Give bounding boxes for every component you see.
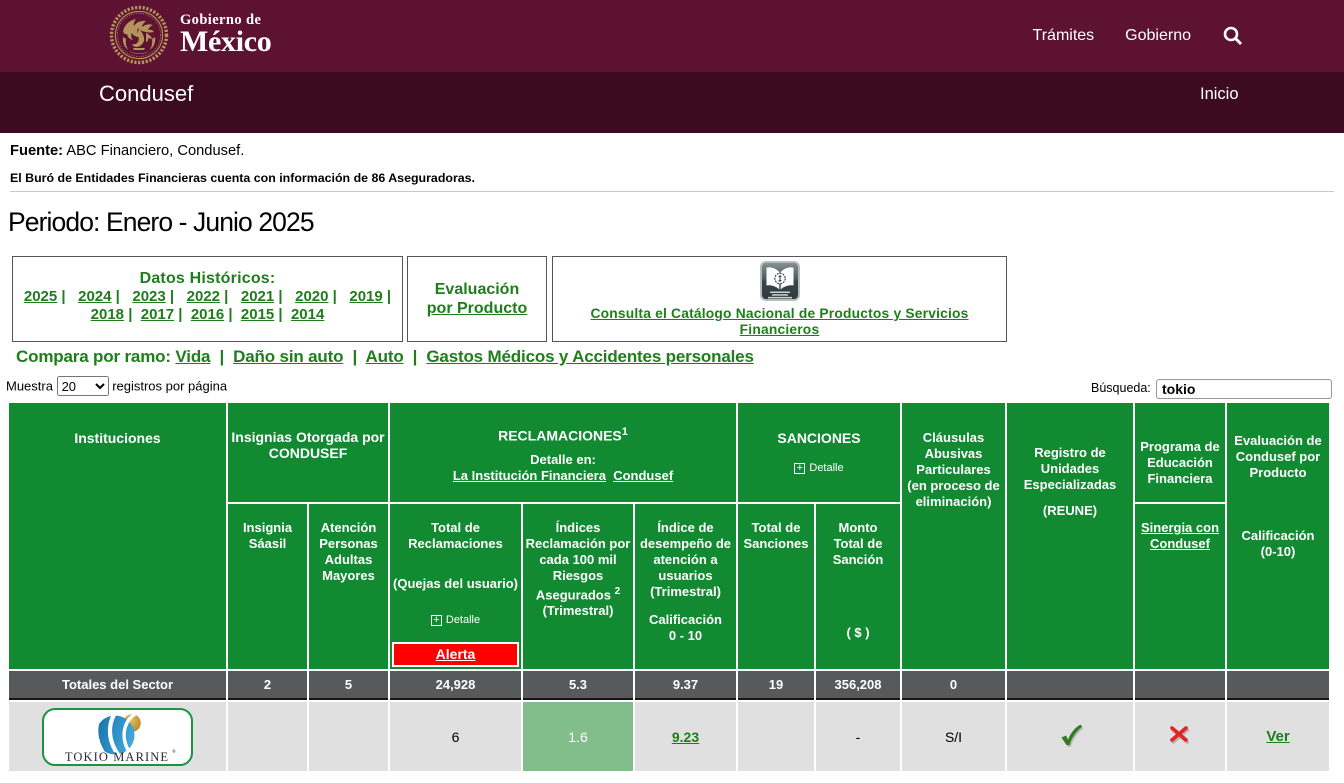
- svg-text:TOKIO MARINE: TOKIO MARINE: [65, 750, 169, 764]
- svg-text:®: ®: [172, 749, 176, 755]
